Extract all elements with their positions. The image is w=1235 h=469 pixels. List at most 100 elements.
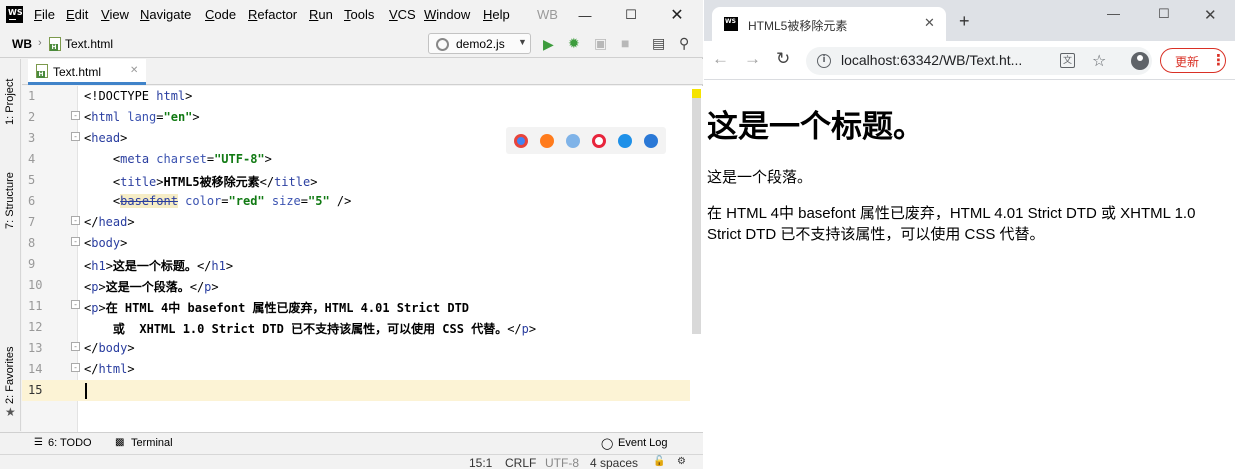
run-config-label: demo2.js [456,37,505,51]
browser-tab-close-icon[interactable]: ✕ [924,15,935,31]
edge-icon[interactable] [644,134,658,148]
opera-icon[interactable] [592,134,606,148]
tab-close-icon[interactable]: ✕ [130,65,138,76]
update-label: 更新 [1175,55,1200,69]
fold-toggle-icon[interactable]: - [71,132,80,141]
tool-tab-favorites[interactable]: 2: Favorites [4,339,18,404]
code-text: </html> [84,362,135,376]
code-line[interactable]: 8 - <body> [22,233,692,254]
tool-tab-terminal[interactable]: Terminal [131,437,173,449]
ie-icon[interactable] [618,134,632,148]
caret-position[interactable]: 15:1 [469,456,492,469]
bookmark-star-icon[interactable]: ☆ [1092,51,1106,71]
code-line[interactable]: 11 - <p>在 HTML 4中 basefont 属性已废弃，HTML 4.01… [22,296,692,317]
back-icon[interactable]: ← [712,50,729,68]
code-line[interactable]: 1 <!DOCTYPE html> [22,86,692,107]
menu-item[interactable]: Edit [66,7,88,22]
line-number: 14 [28,362,43,376]
tool-tab-project[interactable]: 1: Project [4,65,18,125]
file-encoding[interactable]: UTF-8 [545,456,579,469]
indent-setting[interactable]: 4 spaces [590,456,638,469]
left-tool-strip: 1: Project 7: Structure 2: Favorites ★ [0,59,21,431]
fold-toggle-icon[interactable]: - [71,300,80,309]
browser-close-icon[interactable]: ✕ [1204,6,1217,24]
tab-text-html[interactable]: Text.html ✕ [28,59,146,85]
lock-icon[interactable]: 🔓 [653,456,665,467]
chrome-icon[interactable] [514,134,528,148]
menu-item[interactable]: Help [483,7,510,22]
menu-item[interactable]: VCS [389,7,416,22]
maximize-icon[interactable]: ☐ [608,0,654,30]
code-line[interactable]: 7 - </head> [22,212,692,233]
inspection-warning-icon[interactable] [692,89,701,98]
code-line[interactable]: 2 - <html lang="en"> [22,107,692,128]
menu-item[interactable]: View [101,7,129,22]
menu-item[interactable]: Refactor [248,7,297,22]
editor-scrollbar[interactable] [690,86,703,432]
menu-project-name: WB [537,7,558,22]
fold-toggle-icon[interactable]: - [71,111,80,120]
update-button[interactable]: 更新 ⋮ [1160,48,1226,73]
code-line[interactable]: 5 <title>HTML5被移除元素</title> [22,170,692,191]
code-editor[interactable]: 1 <!DOCTYPE html> 2- <html lang="en"> 3- <hea… [22,86,703,432]
breadcrumb-project[interactable]: WB [12,37,32,51]
bottom-tool-bar: ☰ 6: TODO ▩ Terminal ◯ Event Log [0,432,703,454]
code-line[interactable]: 10 <p>这是一个段落。</p> [22,275,692,296]
line-number: 2 [28,110,36,124]
menu-item[interactable]: Code [205,7,236,22]
forward-icon[interactable]: → [744,50,761,68]
status-bar: 15:1 CRLF UTF-8 4 spaces 🔓 ⚙ [0,454,703,469]
tool-tab-structure[interactable]: 7: Structure [4,154,18,229]
safari-icon[interactable] [566,134,580,148]
code-line[interactable]: 14 - </html> [22,359,692,380]
coverage-icon[interactable]: ▣ [594,36,607,50]
code-line[interactable]: 9 <h1>这是一个标题。</h1> [22,254,692,275]
menu-item[interactable]: Tools [344,7,374,22]
browser-minimize-icon[interactable]: — [1107,6,1120,21]
line-separator[interactable]: CRLF [505,456,536,469]
tool-tab-todo[interactable]: 6: TODO [48,437,92,449]
debug-icon[interactable]: ✹ [568,36,580,50]
fold-toggle-icon[interactable]: - [71,237,80,246]
breadcrumb-separator-icon: › [38,37,42,49]
run-icon[interactable]: ▶ [543,37,554,51]
address-bar[interactable]: i localhost:63342/WB/Text.ht... 文 ☆ [806,47,1152,75]
menu-item[interactable]: Run [309,7,333,22]
browser-maximize-icon[interactable]: ☐ [1158,6,1170,22]
firefox-icon[interactable] [540,134,554,148]
fold-toggle-icon[interactable]: - [71,363,80,372]
minimize-icon[interactable]: — [562,0,608,30]
tool-tab-event-log[interactable]: Event Log [618,437,668,449]
close-icon[interactable]: ✕ [654,0,700,30]
chevron-down-icon: ▼ [518,37,527,47]
fold-toggle-icon[interactable]: - [71,216,80,225]
code-text: <p>在 HTML 4中 basefont 属性已废弃，HTML 4.01 St… [84,301,470,315]
search-icon[interactable]: ⚲ [679,36,689,50]
menu-item[interactable]: Window [424,7,470,22]
code-line[interactable]: 13 - </body> [22,338,692,359]
line-number: 7 [28,215,36,229]
code-line[interactable]: 12 或 XHTML 1.0 Strict DTD 已不支持该属性，可以使用 C… [22,317,692,338]
code-text: <!DOCTYPE html> [84,89,193,103]
reload-icon[interactable]: ↻ [776,50,790,68]
menu-item[interactable]: Navigate [140,7,191,22]
new-tab-icon[interactable]: + [959,12,970,30]
scrollbar-thumb[interactable] [692,98,701,334]
layout-icon[interactable]: ▤ [652,36,665,50]
breadcrumb-file[interactable]: Text.html [65,37,113,51]
info-icon[interactable]: i [817,54,831,68]
menu-item[interactable]: File [34,7,55,22]
fold-toggle-icon[interactable]: - [71,342,80,351]
account-icon[interactable] [1131,52,1149,70]
browser-tab[interactable]: WS HTML5被移除元素 ✕ [712,7,946,41]
stop-icon[interactable]: ■ [621,36,629,50]
inspector-icon[interactable]: ⚙ [677,456,686,467]
code-line[interactable]: 15 [22,380,692,401]
translate-icon[interactable]: 文 [1060,53,1075,68]
code-text: <basefont color="red" size="5" /> [112,194,352,208]
code-line[interactable]: 6 <basefont color="red" size="5" /> [22,191,692,212]
run-config-select[interactable]: demo2.js ▼ [428,33,531,54]
code-text: <body> [84,236,128,250]
code-text: <title>HTML5被移除元素</title> [112,175,318,189]
event-log-icon: ◯ [601,438,614,450]
